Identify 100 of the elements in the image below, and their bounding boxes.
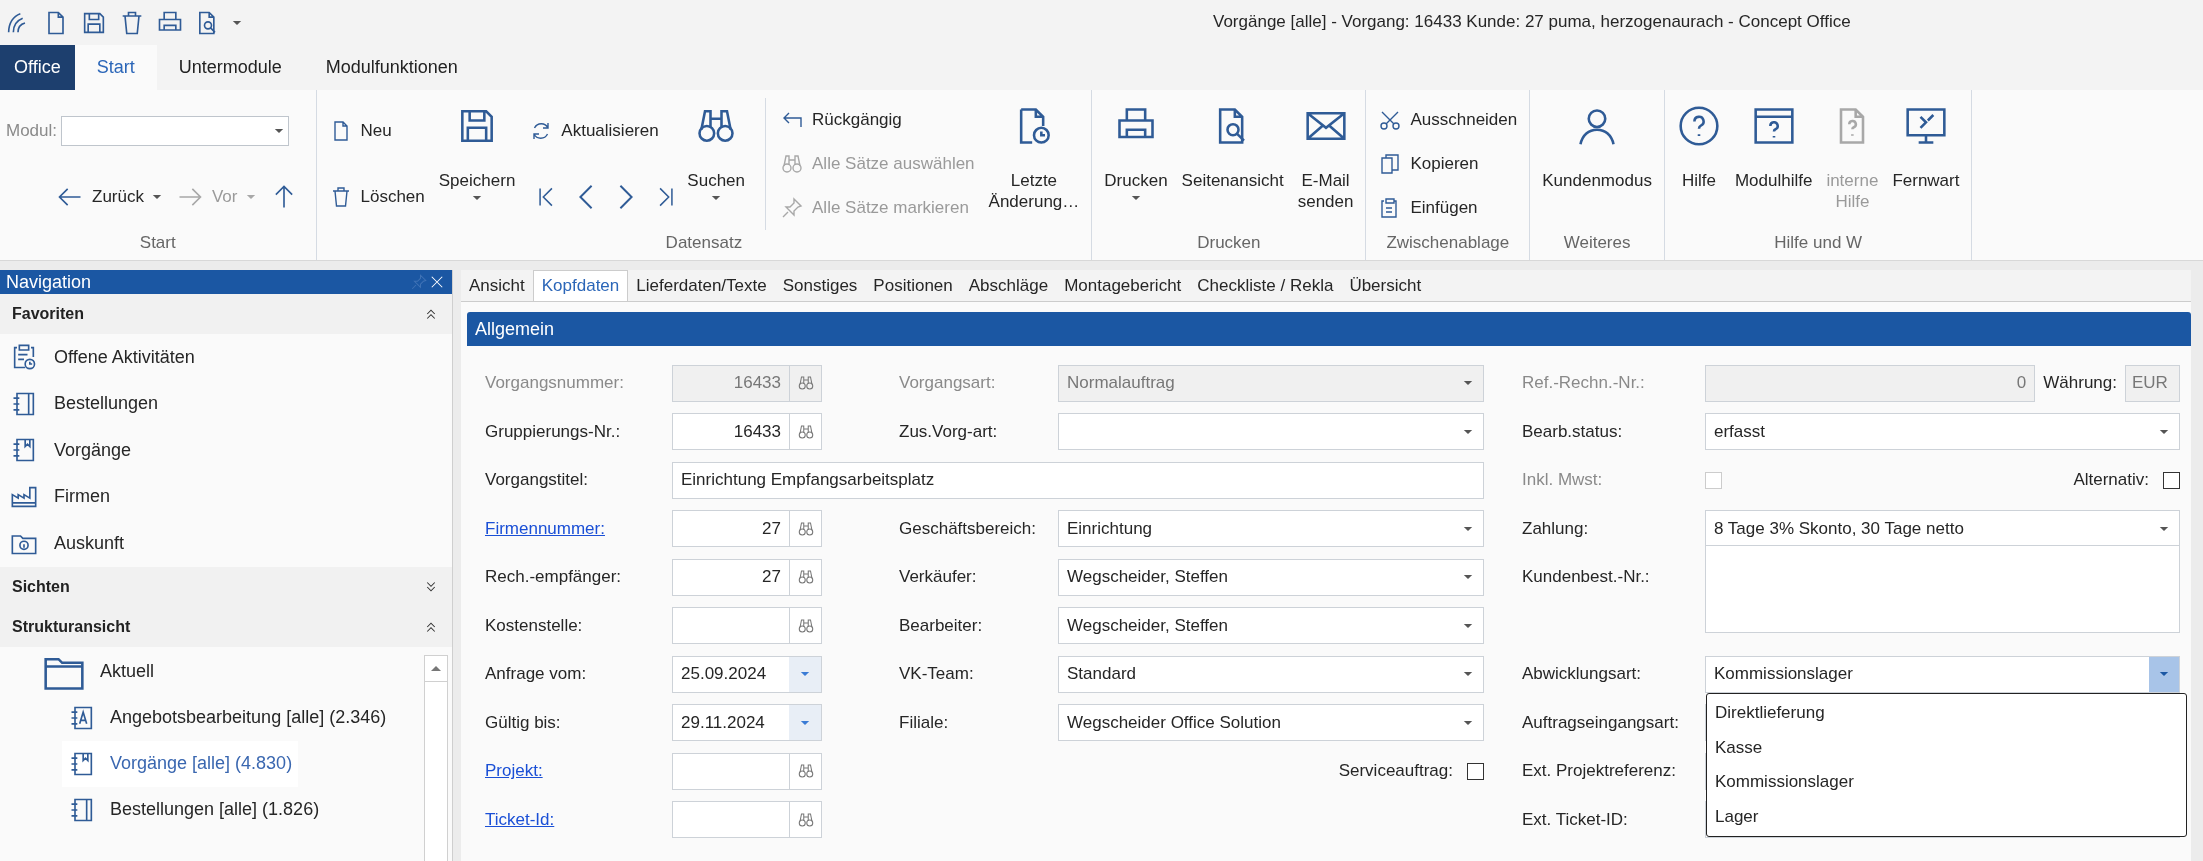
field-label: Kostenstelle: xyxy=(485,615,583,635)
ribbon-tab[interactable]: Untermodule xyxy=(156,45,304,90)
binoculars-icon xyxy=(796,616,815,635)
section-header[interactable]: Strukturansicht xyxy=(0,606,452,647)
field-label: Rech.-empfänger: xyxy=(485,567,622,587)
nav-item[interactable]: Firmen xyxy=(0,473,452,520)
text-field[interactable]: Einrichtung Empfangsarbeitsplatz xyxy=(672,461,1484,499)
toolbar-button[interactable]: Kundenmodus xyxy=(1536,98,1658,230)
nav-item[interactable]: Bestellungen xyxy=(0,380,452,427)
nav-item[interactable]: Vorgänge xyxy=(0,427,452,474)
field-link[interactable]: Firmennummer: xyxy=(485,518,605,538)
field-label: Ext. Ticket-ID: xyxy=(1522,809,1628,829)
toolbar-button[interactable]: Letzte Änderung… xyxy=(982,98,1086,230)
toolbar-button[interactable]: Ausschneiden xyxy=(1372,106,1524,134)
caret-icon xyxy=(800,719,810,726)
dropdown-field[interactable]: Wegscheider, Steffen xyxy=(1058,607,1484,645)
section-header[interactable]: Sichten xyxy=(0,566,452,607)
field-label: Kundenbest.-Nr.: xyxy=(1522,567,1650,587)
tree-item[interactable]: Aktuell xyxy=(36,648,161,695)
tab[interactable]: Sonstiges xyxy=(774,270,866,301)
lookup-field[interactable]: 16433 xyxy=(672,413,822,451)
caret-icon xyxy=(1463,380,1473,387)
dropdown-option[interactable]: Direktlieferung xyxy=(1707,695,2186,731)
next-icon xyxy=(619,183,634,210)
field-label: Ext. Projektreferenz: xyxy=(1522,761,1676,781)
field-label: Gültig bis: xyxy=(485,712,561,732)
lookup-field[interactable] xyxy=(672,752,822,790)
group-label: Drucken xyxy=(1196,232,1262,254)
group-label: Weiteres xyxy=(1562,232,1632,254)
dropdown-option[interactable]: Kasse xyxy=(1707,730,2186,765)
dropdown-field[interactable]: Standard xyxy=(1058,655,1484,693)
toolbar-button[interactable]: Rückgängig xyxy=(774,106,908,134)
dropdown-option[interactable]: Lager xyxy=(1707,799,2186,834)
back-button[interactable]: Zurück xyxy=(50,180,168,213)
pin-icon xyxy=(780,196,804,220)
section-header: Allgemein xyxy=(467,312,2191,346)
tree-item[interactable]: Vorgänge [alle] (4.830) xyxy=(62,740,299,787)
dropdown-field[interactable]: Einrichtung xyxy=(1058,510,1484,548)
dropdown-field[interactable] xyxy=(1058,413,1484,451)
binoculars-icon xyxy=(796,762,815,781)
tab[interactable]: Montagebericht xyxy=(1056,270,1190,301)
tree-item[interactable]: Bestellungen [alle] (1.826) xyxy=(62,786,326,833)
tab[interactable]: Abschläge xyxy=(960,270,1057,301)
dropdown-field[interactable]: Wegscheider, Steffen xyxy=(1058,558,1484,596)
scroll-up-icon xyxy=(430,664,442,672)
ribbon-tab[interactable]: Modulfunktionen xyxy=(303,45,480,90)
scrollbar[interactable] xyxy=(424,654,448,861)
caret-icon xyxy=(2159,671,2169,678)
ribbon-tab[interactable]: Start xyxy=(74,45,157,90)
dropdown-option[interactable]: Kommissionslager xyxy=(1707,764,2186,800)
caret-icon xyxy=(1463,719,1473,726)
toolbar-button[interactable]: Suchen xyxy=(681,98,751,230)
app-menu-button[interactable]: Office xyxy=(0,45,75,90)
toolbar-button[interactable]: Löschen xyxy=(322,183,431,211)
field-label: Zahlung: xyxy=(1522,518,1589,538)
toolbar-button[interactable]: Modulhilfe xyxy=(1728,98,1819,230)
checkbox[interactable] xyxy=(1467,762,1484,780)
field-label: Filiale: xyxy=(899,712,949,732)
toolbar-button[interactable]: E-Mail senden xyxy=(1291,98,1360,230)
tab[interactable]: Kopfdaten xyxy=(532,270,629,301)
toolbar-button[interactable]: Kopieren xyxy=(1372,150,1485,178)
date-field[interactable]: 29.11.2024 xyxy=(672,704,822,742)
lookup-field[interactable] xyxy=(672,801,822,839)
tree-item[interactable]: Angebotsbearbeitung [alle] (2.346) xyxy=(62,694,393,741)
tab[interactable]: Übersicht xyxy=(1341,270,1430,301)
toolbar-button[interactable]: Einfügen xyxy=(1372,194,1484,222)
field-label: Bearbeiter: xyxy=(899,615,983,635)
field-label: Serviceauftrag: xyxy=(1338,761,1453,782)
caret-icon xyxy=(2159,525,2169,532)
tab[interactable]: Ansicht xyxy=(461,270,533,301)
previous-icon xyxy=(579,183,594,210)
dropdown-field[interactable]: Wegscheider Office Solution xyxy=(1058,704,1484,742)
nav-item[interactable]: Offene Aktivitäten xyxy=(0,334,452,381)
binoculars-icon xyxy=(796,519,815,538)
field-link[interactable]: Ticket-Id: xyxy=(485,809,555,829)
lookup-field[interactable]: 27 xyxy=(672,558,822,596)
binoculars-icon xyxy=(796,422,815,441)
tab[interactable]: Lieferdaten/Texte xyxy=(628,270,775,301)
tab[interactable]: Checkliste / Rekla xyxy=(1189,270,1342,301)
dropdown-field[interactable]: 8 Tage 3% Skonto, 30 Tage netto xyxy=(1705,510,2180,548)
binoculars-icon xyxy=(780,152,804,176)
toolbar-button[interactable]: Speichern xyxy=(432,98,522,230)
toolbar-button[interactable]: Neu xyxy=(322,117,398,145)
caret-icon xyxy=(1463,622,1473,629)
date-field[interactable]: 25.09.2024 xyxy=(672,655,822,693)
toolbar-button[interactable]: Hilfe xyxy=(1670,98,1727,230)
toolbar-button[interactable]: Seitenansicht xyxy=(1175,98,1290,230)
field-label: VK-Team: xyxy=(899,664,974,684)
tab[interactable]: Positionen xyxy=(865,270,961,301)
toolbar-button[interactable]: Drucken xyxy=(1098,98,1174,230)
lookup-field[interactable]: 27 xyxy=(672,510,822,548)
section-header[interactable]: Favoriten xyxy=(0,294,452,334)
field-link[interactable]: Projekt: xyxy=(485,761,543,781)
field-label: Gruppierungs-Nr.: xyxy=(485,421,621,441)
lookup-field[interactable] xyxy=(672,607,822,645)
caret-icon xyxy=(232,19,242,26)
toolbar-button[interactable]: Aktualisieren xyxy=(523,116,665,145)
toolbar-button[interactable]: Fernwart xyxy=(1886,98,1966,230)
nav-item[interactable]: Auskunft xyxy=(0,520,452,567)
dropdown-field[interactable]: erfasst xyxy=(1705,413,2180,451)
